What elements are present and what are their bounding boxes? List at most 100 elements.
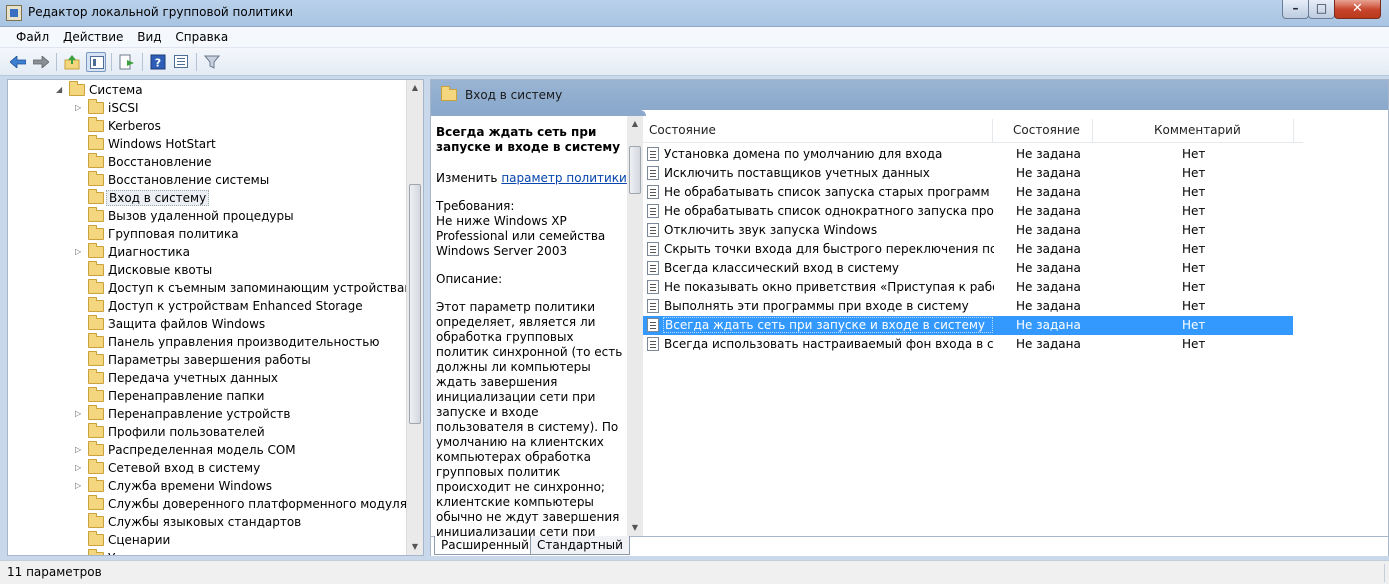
tree-item[interactable]: ▷ Распределенная модель COM: [8, 441, 408, 460]
folder-icon: [88, 207, 104, 222]
show-hide-tree-icon: [90, 56, 104, 69]
column-header-comment[interactable]: Комментарий: [1154, 123, 1241, 137]
table-row[interactable]: Выполнять эти программы при входе в сист…: [643, 297, 1293, 316]
scroll-up-icon[interactable]: ▲: [627, 116, 643, 132]
table-row[interactable]: Всегда ждать сеть при запуске и входе в …: [643, 316, 1293, 335]
tree-item[interactable]: Параметры завершения работы: [8, 351, 408, 370]
tree-item[interactable]: Доступ к съемным запоминающим устройства…: [8, 279, 413, 298]
tree-item[interactable]: Windows HotStart: [8, 135, 408, 154]
folder-icon: [88, 189, 104, 204]
tree-item[interactable]: Профили пользователей: [8, 423, 408, 442]
tree-expand-icon[interactable]: ▷: [75, 247, 81, 256]
help-button[interactable]: ?: [148, 52, 168, 72]
tree-item[interactable]: Службы языковых стандартов: [8, 513, 408, 532]
menu-action[interactable]: Действие: [59, 27, 129, 44]
tree-item[interactable]: Панель управления производительностью: [8, 333, 408, 352]
tree-scrollbar[interactable]: ▲ ▼: [406, 80, 423, 555]
table-row[interactable]: Не показывать окно приветствия «Приступа…: [643, 278, 1293, 297]
tree-item[interactable]: ▷ iSCSI: [8, 99, 408, 118]
maximize-button[interactable]: □: [1308, 0, 1335, 19]
tab-standard[interactable]: Стандартный: [530, 536, 630, 555]
setting-comment: Нет: [1182, 261, 1206, 275]
tree-item[interactable]: Kerberos: [8, 117, 408, 136]
column-divider[interactable]: [1293, 119, 1294, 143]
policy-setting-icon: [647, 337, 659, 351]
tree-item[interactable]: Восстановление: [8, 153, 408, 172]
table-row[interactable]: Установка домена по умолчанию для входа Н…: [643, 145, 1293, 164]
menu-help[interactable]: Справка: [171, 27, 234, 44]
table-row[interactable]: Всегда использовать настраиваемый фон вх…: [643, 335, 1293, 354]
forward-button[interactable]: [31, 52, 51, 72]
tree-expand-icon[interactable]: ▷: [75, 463, 81, 472]
tree-expand-icon[interactable]: ▷: [75, 481, 81, 490]
export-list-icon: [119, 54, 134, 70]
tree-item[interactable]: Защита файлов Windows: [8, 315, 408, 334]
tree-item[interactable]: Перенаправление папки: [8, 387, 408, 406]
requirements-text: Не ниже Windows XP Professional или семе…: [436, 214, 606, 258]
folder-icon: [88, 117, 104, 132]
folder-icon: [88, 369, 104, 384]
tree-item[interactable]: Вызов удаленной процедуры: [8, 207, 408, 226]
tree-expand-icon[interactable]: ▷: [75, 103, 81, 112]
tree-item-system[interactable]: ◢ Система: [8, 81, 408, 100]
edit-policy-link[interactable]: параметр политики: [501, 171, 627, 185]
setting-comment: Нет: [1182, 242, 1206, 256]
tree-item[interactable]: Службы доверенного платформенного модуля: [8, 495, 408, 514]
tree-item[interactable]: Дисковые квоты: [8, 261, 408, 280]
table-row[interactable]: Скрыть точки входа для быстрого переключ…: [643, 240, 1293, 259]
tab-extended[interactable]: Расширенный: [434, 536, 536, 555]
tree-item[interactable]: Групповая политика: [8, 225, 408, 244]
tree-item-label: Панель управления производительностью: [108, 335, 380, 349]
tree-item[interactable]: ▷ Перенаправление устройств: [8, 405, 408, 424]
tree-item-label: Распределенная модель COM: [108, 443, 296, 457]
setting-name: Скрыть точки входа для быстрого переключ…: [664, 242, 994, 256]
tree-scroll-thumb[interactable]: [409, 184, 421, 424]
tree-item[interactable]: Восстановление системы: [8, 171, 408, 190]
table-row[interactable]: Отключить звук запуска Windows Не задана Н…: [643, 221, 1293, 240]
tree-item[interactable]: Управление: [8, 549, 408, 555]
description-scrollbar[interactable]: ▲ ▼: [627, 116, 643, 536]
tree-collapse-icon[interactable]: ◢: [56, 85, 62, 94]
tree-pane[interactable]: ◢ Система ▷ iSCSI Kerberos Windows HotStart Во…: [7, 79, 424, 556]
properties-button[interactable]: [171, 52, 191, 72]
tree-item[interactable]: Доступ к устройствам Enhanced Storage: [8, 297, 408, 316]
column-header-setting[interactable]: Состояние: [649, 123, 716, 137]
column-header-state[interactable]: Состояние: [1013, 123, 1080, 137]
tree-item[interactable]: Вход в систему: [8, 189, 408, 208]
setting-name: Не обрабатывать список однократного запу…: [664, 204, 994, 218]
tree-item[interactable]: Сценарии: [8, 531, 408, 550]
menu-view[interactable]: Вид: [133, 27, 167, 44]
tree-item[interactable]: ▷ Сетевой вход в систему: [8, 459, 408, 478]
column-divider[interactable]: [1092, 119, 1093, 143]
table-row[interactable]: Всегда классический вход в систему Не зад…: [643, 259, 1293, 278]
tree-expand-icon[interactable]: ▷: [75, 445, 81, 454]
back-button[interactable]: [8, 52, 28, 72]
tree-item[interactable]: ▷ Служба времени Windows: [8, 477, 408, 496]
minimize-button[interactable]: –: [1282, 0, 1309, 19]
table-row[interactable]: Исключить поставщиков учетных данных Не з…: [643, 164, 1293, 183]
export-list-button[interactable]: [117, 52, 137, 72]
filter-button[interactable]: [202, 52, 222, 72]
column-divider[interactable]: [992, 119, 993, 143]
table-row[interactable]: Не обрабатывать список запуска старых пр…: [643, 183, 1293, 202]
description-scroll-thumb[interactable]: [629, 146, 641, 194]
edit-policy-line: Изменить параметр политики: [436, 171, 627, 186]
menu-file[interactable]: Файл: [0, 27, 55, 44]
folder-icon: [88, 153, 104, 168]
folder-icon: [88, 495, 104, 510]
tree-item[interactable]: ▷ Диагностика: [8, 243, 408, 262]
setting-comment: Нет: [1182, 204, 1206, 218]
show-hide-tree-button[interactable]: [86, 52, 106, 72]
policy-setting-icon: [647, 204, 659, 218]
table-row[interactable]: Не обрабатывать список однократного запу…: [643, 202, 1293, 221]
scroll-down-icon[interactable]: ▼: [407, 539, 423, 555]
scroll-up-icon[interactable]: ▲: [407, 80, 423, 96]
tree-item-label: Групповая политика: [108, 227, 239, 241]
close-button[interactable]: ✕: [1334, 0, 1381, 19]
setting-comment: Нет: [1182, 147, 1206, 161]
up-folder-button[interactable]: [62, 52, 82, 72]
setting-comment: Нет: [1182, 299, 1206, 313]
tree-expand-icon[interactable]: ▷: [75, 409, 81, 418]
scroll-down-icon[interactable]: ▼: [627, 520, 643, 536]
tree-item[interactable]: Передача учетных данных: [8, 369, 408, 388]
